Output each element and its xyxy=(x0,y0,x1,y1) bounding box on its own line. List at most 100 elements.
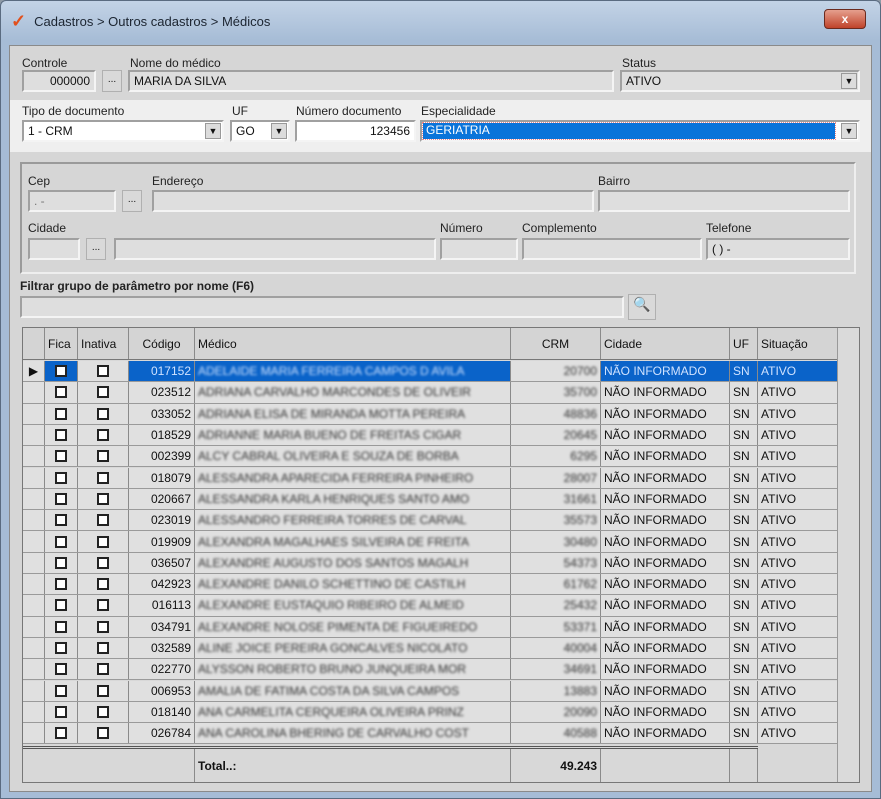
chevron-down-icon[interactable]: ▼ xyxy=(841,73,857,89)
inativa-checkbox[interactable] xyxy=(97,492,109,505)
tipo-select[interactable]: 1 - CRM ▼ xyxy=(22,120,224,142)
fica-checkbox[interactable] xyxy=(55,492,67,505)
table-row[interactable]: 018079 ALESSANDRA APARECIDA FERREIRA PIN… xyxy=(23,467,839,489)
header-medico[interactable]: Médico xyxy=(195,328,511,359)
inativa-checkbox[interactable] xyxy=(97,535,109,548)
uf-cell: SN xyxy=(730,467,758,488)
header-uf[interactable]: UF xyxy=(730,328,758,359)
table-row[interactable]: 016113 ALEXANDRE EUSTAQUIO RIBEIRO DE AL… xyxy=(23,595,839,617)
chevron-down-icon[interactable]: ▼ xyxy=(271,123,287,139)
table-row[interactable]: 023019 ALESSANDRO FERREIRA TORRES DE CAR… xyxy=(23,510,839,532)
chevron-down-icon[interactable]: ▼ xyxy=(205,123,221,139)
inativa-checkbox[interactable] xyxy=(97,578,109,591)
uf-cell: SN xyxy=(730,510,758,531)
fica-checkbox[interactable] xyxy=(55,705,67,718)
header-cidade[interactable]: Cidade xyxy=(601,328,730,359)
uf-cell: SN xyxy=(730,382,758,403)
chevron-down-icon[interactable]: ▼ xyxy=(841,123,857,139)
endereco-field[interactable] xyxy=(152,190,594,212)
cidade-code-field[interactable] xyxy=(28,238,80,260)
table-row[interactable]: 020667 ALESSANDRA KARLA HENRIQUES SANTO … xyxy=(23,488,839,511)
fica-checkbox[interactable] xyxy=(55,578,67,591)
fica-checkbox[interactable] xyxy=(55,429,67,442)
cep-field[interactable]: . - xyxy=(28,190,116,212)
header-inativa[interactable]: Inativa xyxy=(78,328,129,359)
status-select[interactable]: ATIVO ▼ xyxy=(620,70,860,92)
inativa-checkbox[interactable] xyxy=(97,429,109,442)
fica-checkbox[interactable] xyxy=(55,642,67,655)
inativa-checkbox[interactable] xyxy=(97,386,109,399)
table-row[interactable]: 002399 ALCY CABRAL OLIVEIRA E SOUZA DE B… xyxy=(23,446,839,468)
inativa-checkbox[interactable] xyxy=(97,471,109,484)
inativa-checkbox[interactable] xyxy=(97,514,109,527)
fica-checkbox[interactable] xyxy=(55,556,67,569)
inativa-checkbox[interactable] xyxy=(97,599,109,612)
fica-checkbox[interactable] xyxy=(55,450,67,463)
uf-select[interactable]: GO ▼ xyxy=(230,120,290,142)
fica-checkbox[interactable] xyxy=(55,620,67,633)
cep-lookup-button[interactable]: ... xyxy=(122,190,142,212)
table-row[interactable]: 032589 ALINE JOICE PEREIRA GONCALVES NIC… xyxy=(23,637,839,660)
search-button[interactable]: 🔍 xyxy=(628,294,656,320)
inativa-checkbox[interactable] xyxy=(97,450,109,463)
table-row[interactable]: 042923 ALEXANDRE DANILO SCHETTINO DE CAS… xyxy=(23,574,839,596)
fica-checkbox[interactable] xyxy=(55,407,67,420)
inativa-checkbox[interactable] xyxy=(97,407,109,420)
fica-checkbox[interactable] xyxy=(55,684,67,697)
table-row[interactable]: 006953 AMALIA DE FATIMA COSTA DA SILVA C… xyxy=(23,680,839,702)
header-situacao[interactable]: Situação xyxy=(758,328,839,359)
cidade-field[interactable] xyxy=(114,238,436,260)
inativa-checkbox[interactable] xyxy=(97,663,109,676)
inativa-checkbox[interactable] xyxy=(97,727,109,740)
table-row[interactable]: 036507 ALEXANDRE AUGUSTO DOS SANTOS MAGA… xyxy=(23,552,839,574)
fica-cell xyxy=(45,531,78,552)
table-row[interactable]: 022770 ALYSSON ROBERTO BRUNO JUNQUEIRA M… xyxy=(23,659,839,681)
inativa-cell xyxy=(78,488,129,510)
fica-checkbox[interactable] xyxy=(55,514,67,527)
fica-checkbox[interactable] xyxy=(55,471,67,484)
inativa-checkbox[interactable] xyxy=(97,642,109,655)
codigo-cell: 033052 xyxy=(129,403,195,424)
inativa-checkbox[interactable] xyxy=(97,705,109,718)
table-row[interactable]: 026784 ANA CAROLINA BHERING DE CARVALHO … xyxy=(23,723,839,745)
especialidade-select[interactable]: GERIATRIA ▼ xyxy=(420,120,860,142)
complemento-field[interactable] xyxy=(522,238,702,260)
crm-cell: 61762 xyxy=(511,574,601,595)
fica-checkbox[interactable] xyxy=(55,727,67,740)
close-button[interactable]: x xyxy=(824,9,866,29)
controle-lookup-button[interactable]: ... xyxy=(102,70,122,92)
table-row[interactable]: 019909 ALEXANDRA MAGALHAES SILVEIRA DE F… xyxy=(23,531,839,553)
table-row[interactable]: 023512 ADRIANA CARVALHO MARCONDES DE OLI… xyxy=(23,382,839,404)
header-fica[interactable]: Fica xyxy=(45,328,78,359)
inativa-cell xyxy=(78,531,129,552)
fica-checkbox[interactable] xyxy=(55,663,67,676)
filter-input[interactable] xyxy=(20,296,624,318)
inativa-checkbox[interactable] xyxy=(97,620,109,633)
fica-checkbox[interactable] xyxy=(55,386,67,399)
telefone-field[interactable]: ( ) - xyxy=(706,238,850,260)
numero-doc-field[interactable]: 123456 xyxy=(295,120,416,142)
header-crm[interactable]: CRM xyxy=(511,328,601,359)
inativa-checkbox[interactable] xyxy=(97,365,109,378)
table-row[interactable]: 018140 ANA CARMELITA CERQUEIRA OLIVEIRA … xyxy=(23,701,839,724)
controle-field[interactable]: 000000 xyxy=(22,70,96,92)
medico-cell: ALEXANDRE AUGUSTO DOS SANTOS MAGALH xyxy=(195,552,511,573)
table-row[interactable]: ▶ 017152 ADELAIDE MARIA FERREIRA CAMPOS … xyxy=(23,361,839,383)
codigo-cell: 020667 xyxy=(129,488,195,510)
fica-checkbox[interactable] xyxy=(55,535,67,548)
fica-cell xyxy=(45,701,78,723)
bairro-field[interactable] xyxy=(598,190,850,212)
situacao-cell: ATIVO xyxy=(758,488,839,510)
numero-field[interactable] xyxy=(440,238,518,260)
fica-checkbox[interactable] xyxy=(55,599,67,612)
fica-checkbox[interactable] xyxy=(55,365,67,378)
inativa-checkbox[interactable] xyxy=(97,684,109,697)
vertical-scrollbar[interactable] xyxy=(837,328,859,782)
table-row[interactable]: 033052 ADRIANA ELISA DE MIRANDA MOTTA PE… xyxy=(23,403,839,425)
inativa-checkbox[interactable] xyxy=(97,556,109,569)
table-row[interactable]: 034791 ALEXANDRE NOLOSE PIMENTA DE FIGUE… xyxy=(23,616,839,638)
cidade-lookup-button[interactable]: ... xyxy=(86,238,106,260)
header-codigo[interactable]: Código xyxy=(129,328,195,359)
nome-field[interactable]: MARIA DA SILVA xyxy=(128,70,614,92)
table-row[interactable]: 018529 ADRIANNE MARIA BUENO DE FREITAS C… xyxy=(23,424,839,447)
